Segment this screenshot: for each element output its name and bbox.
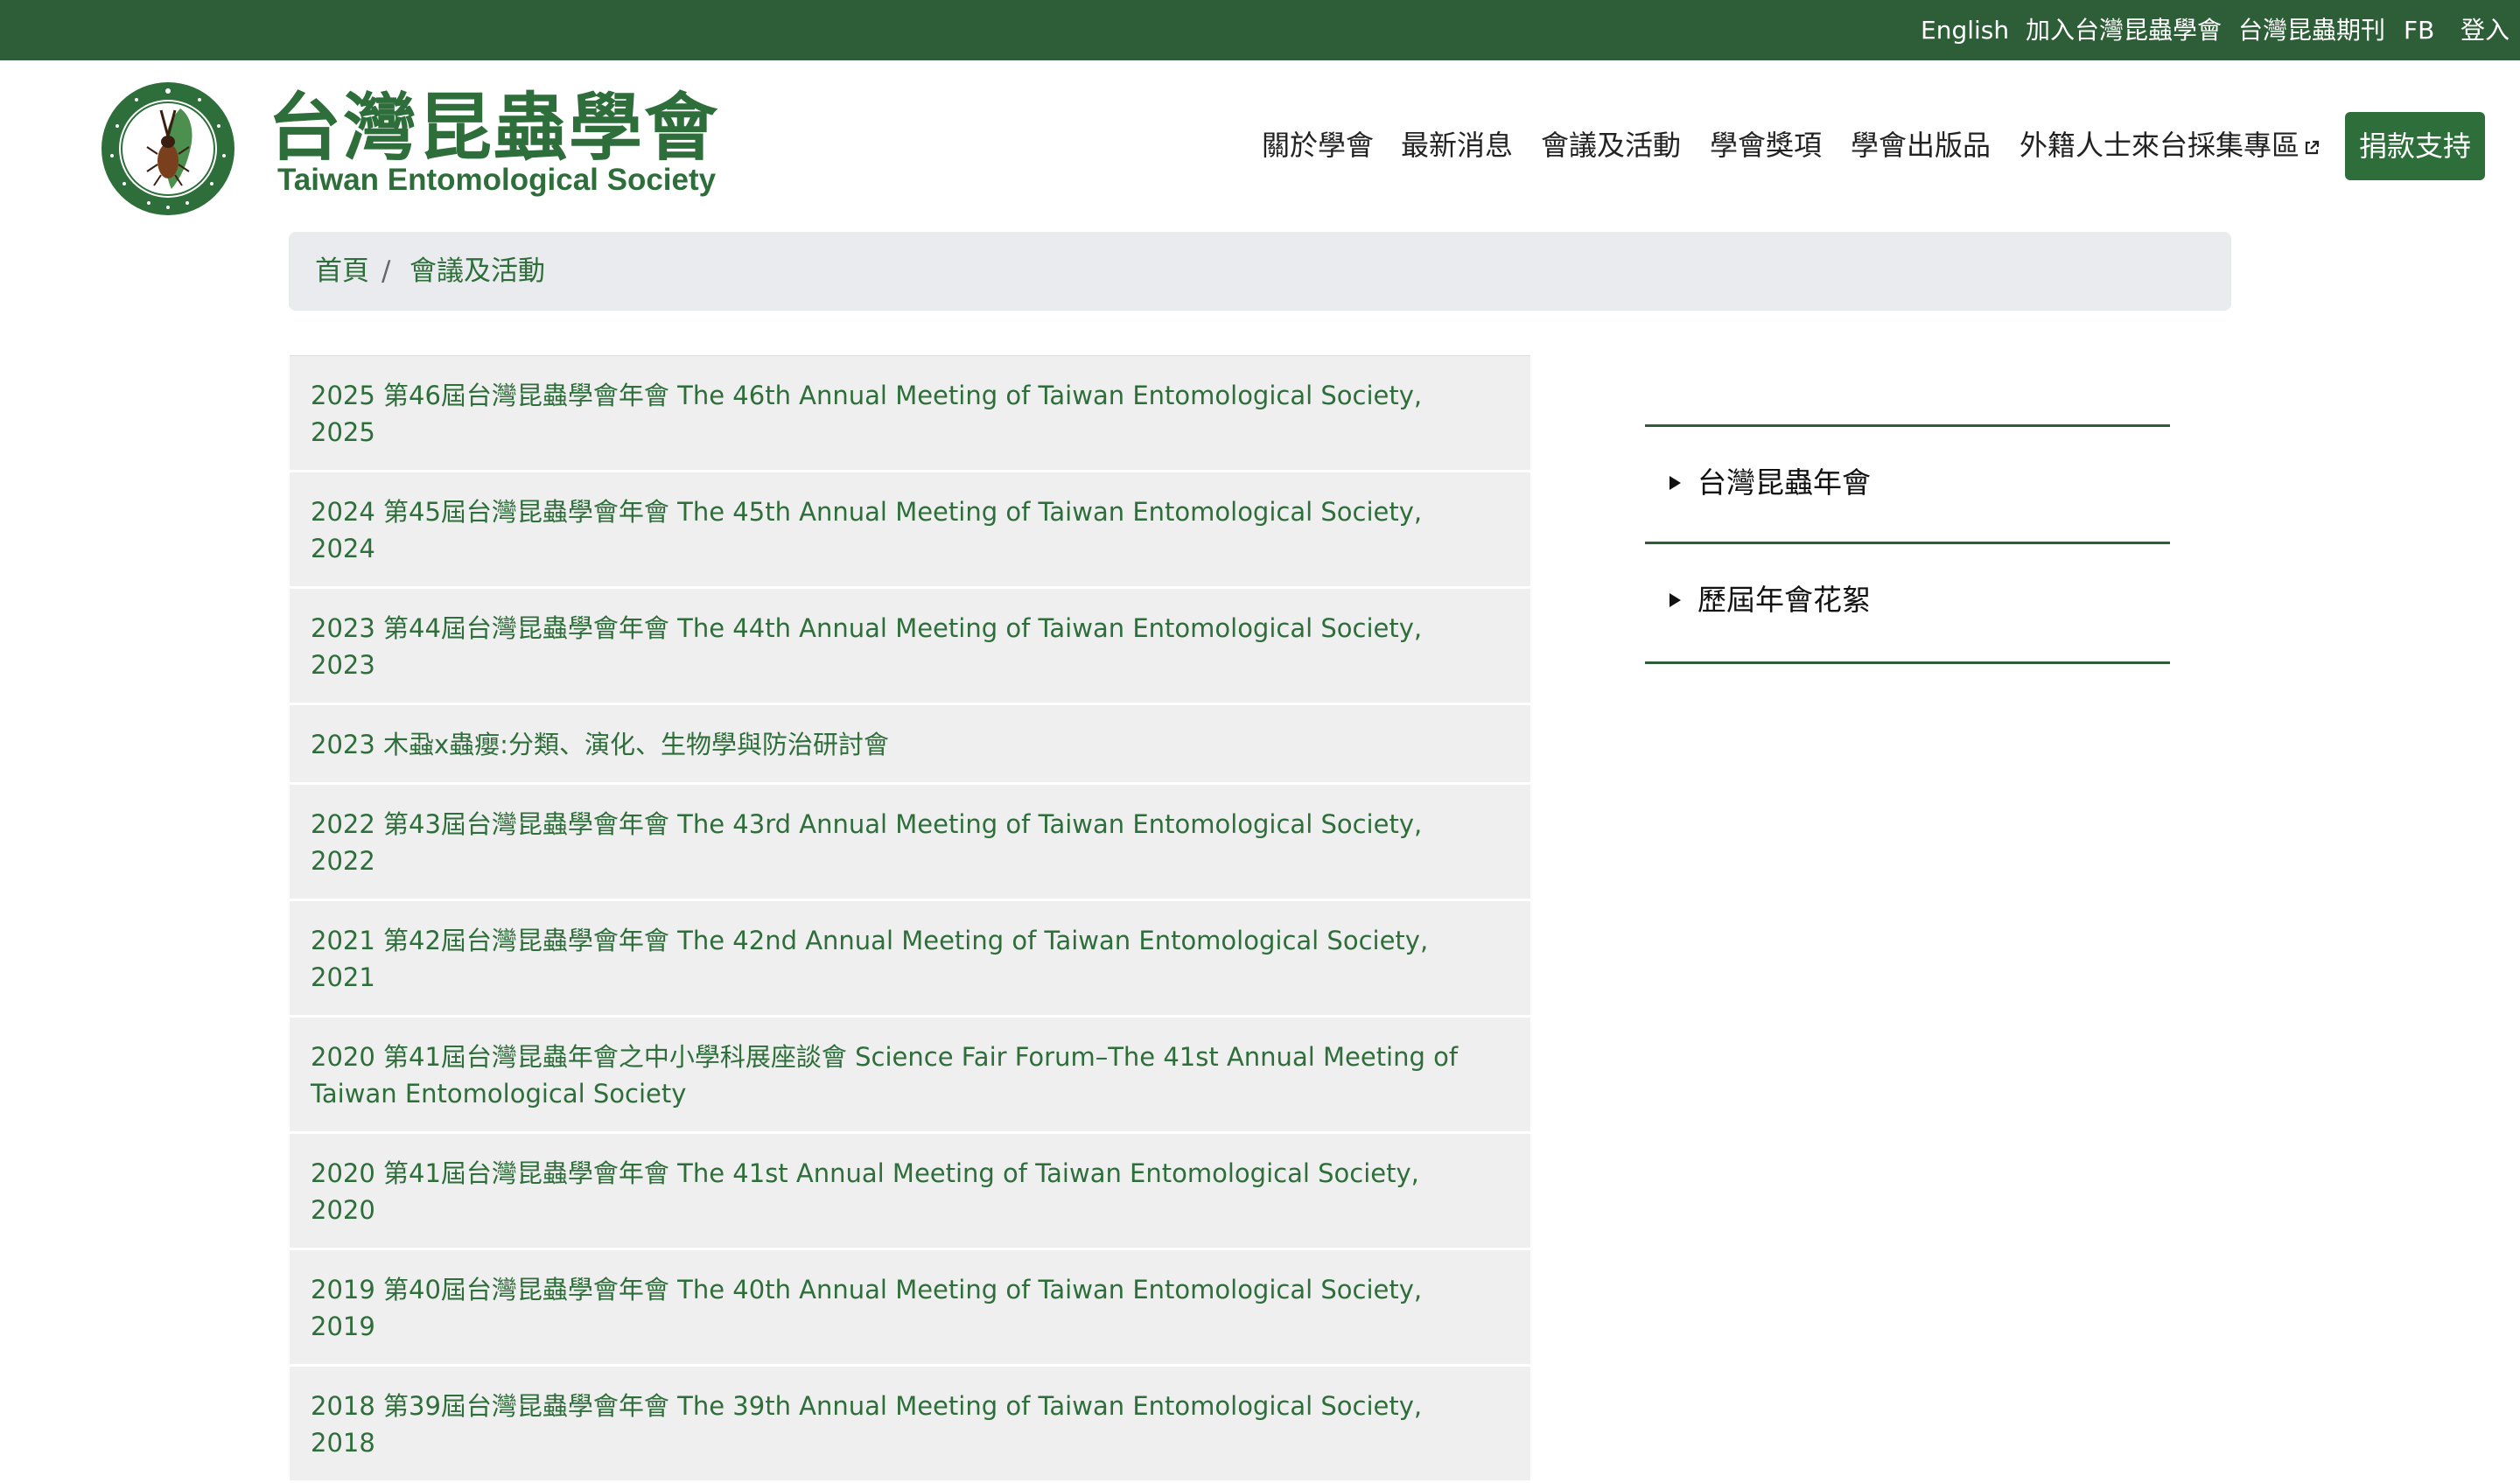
event-link[interactable]: 2018 第39屆台灣昆蟲學會年會 The 39th Annual Meetin… xyxy=(290,1367,1530,1483)
event-link[interactable]: 2020 第41屆台灣昆蟲學會年會 The 41st Annual Meetin… xyxy=(290,1134,1530,1250)
donate-button[interactable]: 捐款支持 xyxy=(2345,112,2485,180)
event-link[interactable]: 2022 第43屆台灣昆蟲學會年會 The 43rd Annual Meetin… xyxy=(290,785,1530,901)
journal-link[interactable]: 台灣昆蟲期刊 xyxy=(2238,0,2385,60)
beetle-emblem-icon xyxy=(102,82,234,215)
nav-foreign-label: 外籍人士來台採集專區 xyxy=(2020,129,2300,162)
event-link[interactable]: 2023 第44屆台灣昆蟲學會年會 The 44th Annual Meetin… xyxy=(290,589,1530,705)
english-link[interactable]: English xyxy=(1921,0,2009,60)
event-link[interactable]: 2025 第46屆台灣昆蟲學會年會 The 46th Annual Meetin… xyxy=(290,356,1530,472)
sidebar-item-meeting-highlights[interactable]: 歷屆年會花絮 xyxy=(1645,542,2170,664)
sidebar-menu: 台灣昆蟲年會 歷屆年會花絮 xyxy=(1645,424,2170,664)
event-link[interactable]: 2020 第41屆台灣昆蟲年會之中小學科展座談會 Science Fair Fo… xyxy=(290,1018,1530,1134)
event-list: 2025 第46屆台灣昆蟲學會年會 The 46th Annual Meetin… xyxy=(290,355,1530,1483)
nav-publications[interactable]: 學會出版品 xyxy=(1851,122,1991,168)
nav-foreign-collectors[interactable]: 外籍人士來台採集專區 xyxy=(2020,122,2320,168)
breadcrumb-separator: / xyxy=(382,255,391,287)
event-link[interactable]: 2024 第45屆台灣昆蟲學會年會 The 45th Annual Meetin… xyxy=(290,472,1530,589)
nav-events[interactable]: 會議及活動 xyxy=(1541,122,1681,168)
sidebar-item-label: 台灣昆蟲年會 xyxy=(1698,465,1871,500)
nav-awards[interactable]: 學會獎項 xyxy=(1710,122,1822,168)
external-link-icon xyxy=(2305,140,2320,155)
site-subtitle[interactable]: Taiwan Entomological Society xyxy=(277,163,716,198)
site-title[interactable]: 台灣昆蟲學會 xyxy=(268,84,719,171)
breadcrumb-current: 會議及活動 xyxy=(410,255,545,287)
nav-about[interactable]: 關於學會 xyxy=(1262,122,1374,168)
sidebar-item-annual-meeting[interactable]: 台灣昆蟲年會 xyxy=(1645,424,2170,542)
login-link[interactable]: 登入 xyxy=(2460,0,2510,60)
caret-right-icon xyxy=(1670,593,1681,607)
top-utility-bar: English 加入台灣昆蟲學會 台灣昆蟲期刊 FB 登入 xyxy=(0,0,2520,60)
event-link[interactable]: 2023 木蝨x蟲癭:分類、演化、生物學與防治研討會 xyxy=(290,705,1530,785)
caret-right-icon xyxy=(1670,476,1681,490)
breadcrumb: 首頁 / 會議及活動 xyxy=(289,232,2231,311)
nav-news[interactable]: 最新消息 xyxy=(1401,122,1513,168)
breadcrumb-home[interactable]: 首頁 xyxy=(315,232,369,311)
facebook-link[interactable]: FB xyxy=(2404,0,2434,60)
join-society-link[interactable]: 加入台灣昆蟲學會 xyxy=(2026,0,2222,60)
society-emblem[interactable] xyxy=(100,80,236,217)
event-link[interactable]: 2019 第40屆台灣昆蟲學會年會 The 40th Annual Meetin… xyxy=(290,1250,1530,1367)
sidebar-item-label: 歷屆年會花絮 xyxy=(1698,583,1871,617)
event-link[interactable]: 2021 第42屆台灣昆蟲學會年會 The 42nd Annual Meetin… xyxy=(290,901,1530,1018)
